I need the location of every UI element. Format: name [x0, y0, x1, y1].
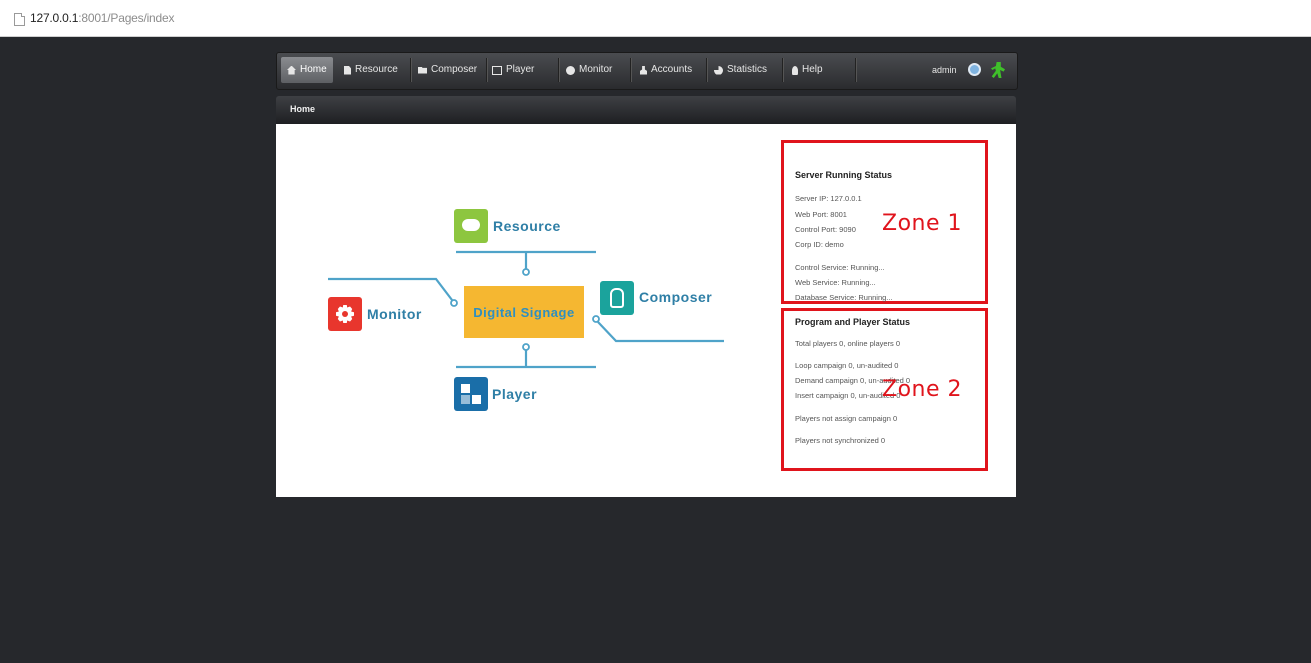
- address-bar[interactable]: 127.0.0.1:8001/Pages/index: [0, 0, 1311, 37]
- composer-hand-icon[interactable]: [600, 281, 634, 315]
- user-name[interactable]: admin: [932, 65, 957, 75]
- nav-composer-label: Composer: [431, 64, 478, 75]
- control-service-status: Control Service: Running...: [795, 263, 885, 272]
- document-icon: [344, 65, 351, 75]
- nav-accounts-label: Accounts: [651, 64, 693, 75]
- nav-home-label: Home: [300, 64, 327, 75]
- nav-player-label: Player: [506, 64, 535, 75]
- player-connector-dot: [522, 343, 530, 351]
- server-status-panel: Server Running Status Server IP: 127.0.0…: [781, 140, 988, 304]
- nav-composer[interactable]: Composer: [418, 57, 477, 83]
- digital-signage-label: Digital Signage: [473, 304, 575, 320]
- user-icon: [640, 65, 647, 75]
- cloud-download-icon: [462, 219, 480, 231]
- nav-divider: [410, 58, 412, 82]
- url-host: 127.0.0.1: [30, 11, 79, 25]
- nav-help-label: Help: [802, 64, 823, 75]
- zone-2-annotation: Zone 2: [882, 377, 962, 402]
- nav-accounts[interactable]: Accounts: [640, 57, 692, 83]
- nav-resource[interactable]: Resource: [344, 57, 398, 83]
- url-path: :8001/Pages/index: [78, 11, 175, 25]
- breadcrumb[interactable]: Home: [290, 104, 315, 114]
- player-tiles-icon[interactable]: [454, 377, 488, 411]
- nav-statistics-label: Statistics: [727, 64, 768, 75]
- web-port: Web Port: 8001: [795, 210, 847, 219]
- control-port: Control Port: 9090: [795, 225, 856, 234]
- tiles-icon: [461, 384, 481, 404]
- database-service-status: Database Service: Running...: [795, 293, 893, 302]
- nav-home[interactable]: Home: [281, 57, 333, 83]
- nav-divider: [855, 58, 857, 82]
- total-players: Total players 0, online players 0: [795, 339, 901, 348]
- server-status-title: Server Running Status: [795, 170, 893, 180]
- breadcrumb-bar: Home: [276, 96, 1016, 124]
- web-service-status: Web Service: Running...: [795, 278, 876, 287]
- resource-cloud-icon[interactable]: [454, 209, 488, 243]
- nav-player[interactable]: Player: [492, 57, 534, 83]
- players-not-synchronized: Players not synchronized 0: [795, 436, 886, 445]
- corp-id: Corp ID: demo: [795, 240, 844, 249]
- monitor-screen-icon: [492, 65, 502, 75]
- loop-campaign: Loop campaign 0, un-audited 0: [795, 361, 899, 370]
- nav-statistics[interactable]: Statistics: [714, 57, 767, 83]
- home-content: Resource Monitor Composer Player Digital…: [276, 124, 1016, 497]
- resource-connector-dot: [522, 268, 530, 276]
- touch-hand-icon: [610, 288, 624, 308]
- url-text[interactable]: 127.0.0.1:8001/Pages/index: [30, 11, 174, 25]
- monitor-link[interactable]: Monitor: [367, 306, 422, 322]
- folder-icon: [418, 66, 427, 74]
- nav-divider: [558, 58, 560, 82]
- home-icon: [287, 65, 296, 75]
- nav-help[interactable]: Help: [792, 57, 823, 83]
- nav-monitor[interactable]: Monitor: [566, 57, 612, 83]
- zone-1-annotation: Zone 1: [882, 211, 962, 236]
- nav-resource-label: Resource: [355, 64, 398, 75]
- players-not-assigned: Players not assign campaign 0: [795, 414, 898, 423]
- player-link[interactable]: Player: [492, 386, 537, 402]
- gear-icon: [336, 305, 354, 323]
- lightbulb-icon: [792, 65, 798, 75]
- composer-connector-dot: [592, 315, 600, 323]
- nav-divider: [782, 58, 784, 82]
- monitor-connector-dot: [450, 299, 458, 307]
- record-icon: [566, 65, 575, 75]
- composer-link[interactable]: Composer: [639, 289, 712, 305]
- digital-signage-hub: Digital Signage: [464, 286, 584, 338]
- monitor-gear-icon[interactable]: [328, 297, 362, 331]
- settings-gear-icon[interactable]: [968, 63, 981, 76]
- resource-link[interactable]: Resource: [493, 218, 561, 234]
- nav-divider: [630, 58, 632, 82]
- server-ip: Server IP: 127.0.0.1: [795, 194, 862, 203]
- pie-chart-icon: [714, 65, 723, 75]
- page-icon: [14, 13, 25, 26]
- composer-connector-line: [597, 321, 724, 343]
- nav-divider: [706, 58, 708, 82]
- nav-divider: [486, 58, 488, 82]
- nav-monitor-label: Monitor: [579, 64, 613, 75]
- player-status-title: Program and Player Status: [795, 317, 911, 327]
- player-status-panel: Program and Player Status Total players …: [781, 308, 988, 471]
